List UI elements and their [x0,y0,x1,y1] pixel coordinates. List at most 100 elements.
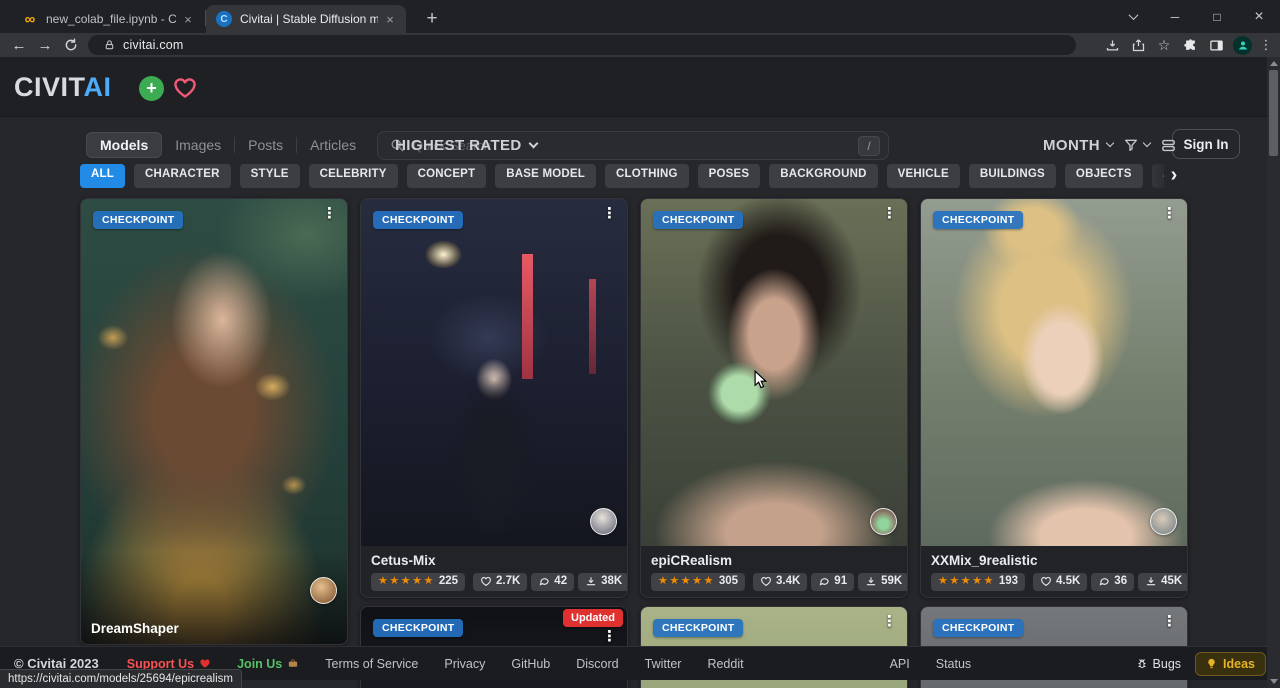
downloads-pill: 38K [578,573,628,591]
model-card-cetus-mix[interactable]: CHECKPOINT ⋮ Cetus-Mix 225 2.7K 42 38K [360,198,628,598]
tab-close-icon[interactable]: × [180,12,196,27]
chevron-down-icon [1143,139,1151,147]
tab-models[interactable]: Models [86,132,162,158]
category-chip-all[interactable]: ALL [80,164,125,188]
tab-articles[interactable]: Articles [297,133,369,157]
side-panel-icon[interactable] [1203,38,1229,53]
category-chip-clothing[interactable]: CLOTHING [605,164,689,188]
likes-pill: 3.4K [753,573,807,591]
card-menu-kebab-icon[interactable]: ⋮ [1162,614,1177,629]
model-title: XXMix_9realistic [931,553,1177,568]
tab-posts[interactable]: Posts [235,133,296,157]
model-card-epicrealism[interactable]: CHECKPOINT ⋮ epiCRealism 305 3.4K 91 59K [640,198,908,598]
bugs-button[interactable]: Bugs [1136,657,1182,671]
browser-profile-avatar[interactable] [1233,36,1252,55]
download-icon [585,576,597,587]
card-menu-kebab-icon[interactable]: ⋮ [882,206,897,221]
back-icon[interactable]: ← [6,37,32,54]
footer-link-reddit[interactable]: Reddit [707,657,743,671]
bookmark-star-icon[interactable]: ☆ [1151,37,1177,54]
category-chip-concept[interactable]: CONCEPT [407,164,487,188]
comments-pill: 36 [1091,573,1134,591]
footer-link-join-us[interactable]: Join Us [237,657,299,671]
category-chip-celebrity[interactable]: CELEBRITY [309,164,398,188]
scrollbar-down-arrow-icon[interactable] [1270,679,1278,684]
footer-link-terms[interactable]: Terms of Service [325,657,418,671]
comments-pill: 42 [531,573,574,591]
tab-search-chevron-icon[interactable] [1112,0,1154,33]
card-stats: 305 3.4K 91 59K [651,573,897,591]
category-chip-poses[interactable]: POSES [698,164,761,188]
period-dropdown[interactable]: MONTH [1043,137,1113,154]
star-icons [938,576,995,587]
address-bar[interactable]: civitai.com [88,35,1076,55]
card-info: Cetus-Mix 225 2.7K 42 38K [361,546,627,598]
footer-link-privacy[interactable]: Privacy [444,657,485,671]
creator-avatar[interactable] [590,508,617,535]
card-menu-kebab-icon[interactable]: ⋮ [602,629,617,644]
sign-in-button[interactable]: Sign In [1172,129,1240,159]
save-page-icon[interactable] [1099,38,1125,53]
browser-tab-colab[interactable]: new_colab_file.ipynb - Colaborat × [12,5,204,33]
footer-link-api[interactable]: API [890,657,910,671]
ideas-button[interactable]: Ideas [1195,652,1266,676]
chevron-down-icon [1106,139,1114,147]
category-chip-style[interactable]: STYLE [240,164,300,188]
lock-icon [104,39,115,51]
likes-pill: 2.7K [473,573,527,591]
tab-images[interactable]: Images [162,133,234,157]
category-chip-buildings[interactable]: BUILDINGS [969,164,1056,188]
heart-icon [1040,576,1052,587]
card-menu-kebab-icon[interactable]: ⋮ [602,206,617,221]
forward-icon[interactable]: → [32,37,58,54]
downloads-pill: 45K [1138,573,1188,591]
page-scrollbar[interactable] [1267,57,1280,688]
civitai-favicon-icon [216,11,232,27]
scrollbar-up-arrow-icon[interactable] [1270,61,1278,66]
category-chip-vehicle[interactable]: VEHICLE [887,164,960,188]
model-card-dreamshaper[interactable]: CHECKPOINT ⋮ DreamShaper [80,198,348,645]
filter-funnel-button[interactable] [1123,137,1150,153]
footer-link-twitter[interactable]: Twitter [645,657,682,671]
card-menu-kebab-icon[interactable]: ⋮ [882,614,897,629]
creator-avatar[interactable] [1150,508,1177,535]
browser-tab-civitai[interactable]: Civitai | Stable Diffusion models, × [206,5,406,33]
civitai-logo[interactable]: CIVITAI [14,72,112,103]
browser-menu-kebab-icon[interactable]: ⋮ [1256,37,1276,53]
create-plus-button[interactable]: + [139,76,164,101]
search-shortcut-key: / [858,136,880,156]
scrollbar-thumb[interactable] [1269,70,1278,156]
card-menu-kebab-icon[interactable]: ⋮ [1162,206,1177,221]
category-chip-base-model[interactable]: BASE MODEL [495,164,596,188]
creator-avatar[interactable] [310,577,337,604]
footer-link-status[interactable]: Status [936,657,971,671]
model-card-xxmix-9realistic[interactable]: CHECKPOINT ⋮ XXMix_9realistic 193 4.5K 3… [920,198,1188,598]
tab-close-icon[interactable]: × [382,12,398,27]
reload-icon[interactable] [58,38,84,52]
creator-avatar[interactable] [870,508,897,535]
extensions-puzzle-icon[interactable] [1177,38,1203,53]
new-tab-button[interactable]: + [418,5,446,33]
category-chip-objects[interactable]: OBJECTS [1065,164,1143,188]
downloads-pill: 59K [858,573,908,591]
model-image: CHECKPOINT ⋮ [641,199,907,546]
model-image: CHECKPOINT ⋮ [921,199,1187,546]
favorites-heart-icon[interactable] [172,76,198,100]
maximize-button[interactable]: □ [1196,0,1238,33]
minimize-button[interactable]: ─ [1154,0,1196,33]
category-chip-character[interactable]: CHARACTER [134,164,231,188]
footer-link-discord[interactable]: Discord [576,657,618,671]
layout-toggle-button[interactable] [1160,137,1177,154]
download-icon [1145,576,1157,587]
share-icon[interactable] [1125,38,1151,53]
content-type-tabs: Models Images Posts Articles [86,132,369,158]
card-menu-kebab-icon[interactable]: ⋮ [322,206,337,221]
sort-dropdown[interactable]: HIGHEST RATED [395,137,537,154]
checkpoint-badge: CHECKPOINT [653,619,743,637]
likes-pill: 4.5K [1033,573,1087,591]
scroll-categories-right-icon[interactable]: › [1163,163,1185,187]
footer-link-github[interactable]: GitHub [511,657,550,671]
close-window-button[interactable]: × [1238,0,1280,33]
rating-pill: 305 [651,573,745,591]
category-chip-background[interactable]: BACKGROUND [769,164,877,188]
